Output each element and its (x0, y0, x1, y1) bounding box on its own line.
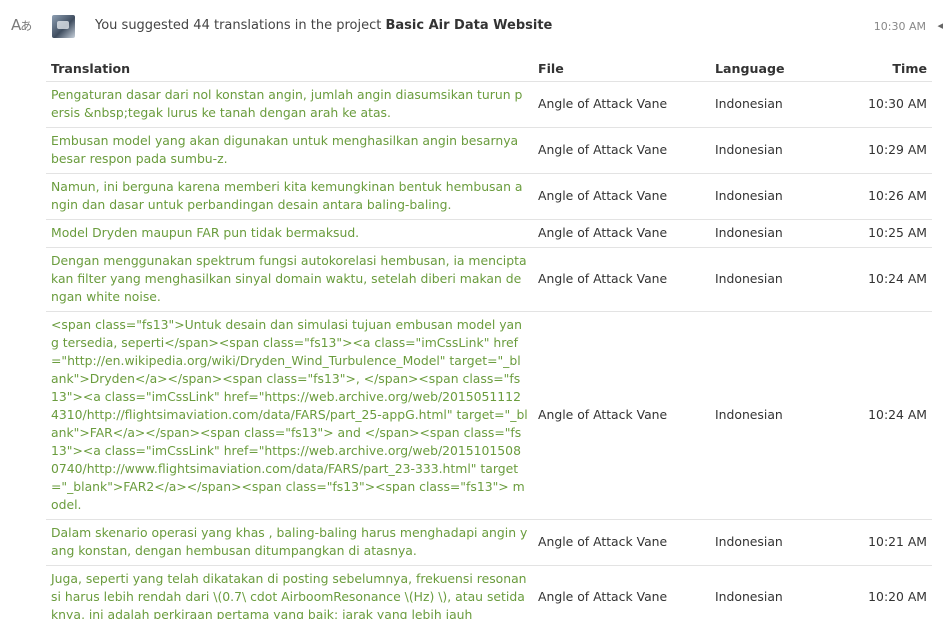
translation-cell[interactable]: Dengan menggunakan spektrum fungsi autok… (46, 247, 533, 312)
activity-feed-item: Aあ You suggested 44 translations in the … (0, 0, 943, 619)
file-cell: Angle of Attack Vane (533, 81, 710, 128)
translation-cell[interactable]: Dalam skenario operasi yang khas , balin… (46, 519, 533, 566)
column-header-time: Time (840, 56, 932, 82)
time-cell: 10:30 AM (840, 81, 932, 128)
language-cell: Indonesian (710, 519, 840, 566)
time-cell: 10:20 AM (840, 565, 932, 619)
translations-table: Translation File Language Time Pengatura… (46, 56, 932, 619)
chevron-left-icon[interactable]: ◂ (937, 19, 943, 32)
time-cell: 10:26 AM (840, 173, 932, 220)
translate-icon-latin-glyph: A (11, 16, 21, 34)
file-cell: Angle of Attack Vane (533, 173, 710, 220)
language-cell: Indonesian (710, 565, 840, 619)
translation-cell[interactable]: Pengaturan dasar dari nol konstan angin,… (46, 81, 533, 128)
file-cell: Angle of Attack Vane (533, 565, 710, 619)
translate-icon-kana-glyph: あ (20, 19, 32, 33)
table-row[interactable]: Dengan menggunakan spektrum fungsi autok… (46, 247, 932, 312)
translation-cell[interactable]: Embusan model yang akan digunakan untuk … (46, 127, 533, 174)
file-cell: Angle of Attack Vane (533, 219, 710, 248)
language-cell: Indonesian (710, 81, 840, 128)
project-link[interactable]: Basic Air Data Website (386, 18, 553, 33)
time-cell: 10:29 AM (840, 127, 932, 174)
table-row[interactable]: Pengaturan dasar dari nol konstan angin,… (46, 81, 932, 128)
translate-icon: Aあ (11, 16, 32, 34)
time-cell: 10:24 AM (840, 311, 932, 520)
table-row[interactable]: Embusan model yang akan digunakan untuk … (46, 127, 932, 174)
file-cell: Angle of Attack Vane (533, 311, 710, 520)
table-row[interactable]: Model Dryden maupun FAR pun tidak bermak… (46, 219, 932, 248)
activity-timestamp: 10:30 AM (873, 20, 926, 33)
language-cell: Indonesian (710, 311, 840, 520)
language-cell: Indonesian (710, 247, 840, 312)
time-cell: 10:25 AM (840, 219, 932, 248)
file-cell: Angle of Attack Vane (533, 247, 710, 312)
language-cell: Indonesian (710, 219, 840, 248)
file-cell: Angle of Attack Vane (533, 127, 710, 174)
translation-cell[interactable]: Juga, seperti yang telah dikatakan di po… (46, 565, 533, 619)
column-header-translation: Translation (46, 56, 533, 82)
activity-headline: You suggested 44 translations in the pro… (95, 18, 552, 33)
headline-text: You suggested 44 translations in the pro… (95, 18, 386, 33)
file-cell: Angle of Attack Vane (533, 519, 710, 566)
table-header-row: Translation File Language Time (46, 56, 932, 82)
table-row[interactable]: Dalam skenario operasi yang khas , balin… (46, 519, 932, 566)
table-row[interactable]: <span class="fs13">Untuk desain dan simu… (46, 311, 932, 520)
time-cell: 10:24 AM (840, 247, 932, 312)
language-cell: Indonesian (710, 127, 840, 174)
translation-cell[interactable]: Model Dryden maupun FAR pun tidak bermak… (46, 219, 533, 248)
translation-cell[interactable]: <span class="fs13">Untuk desain dan simu… (46, 311, 533, 520)
column-header-language: Language (710, 56, 840, 82)
time-cell: 10:21 AM (840, 519, 932, 566)
translation-cell[interactable]: Namun, ini berguna karena memberi kita k… (46, 173, 533, 220)
table-row[interactable]: Namun, ini berguna karena memberi kita k… (46, 173, 932, 220)
user-avatar[interactable] (52, 15, 75, 38)
table-row[interactable]: Juga, seperti yang telah dikatakan di po… (46, 565, 932, 619)
column-header-file: File (533, 56, 710, 82)
language-cell: Indonesian (710, 173, 840, 220)
